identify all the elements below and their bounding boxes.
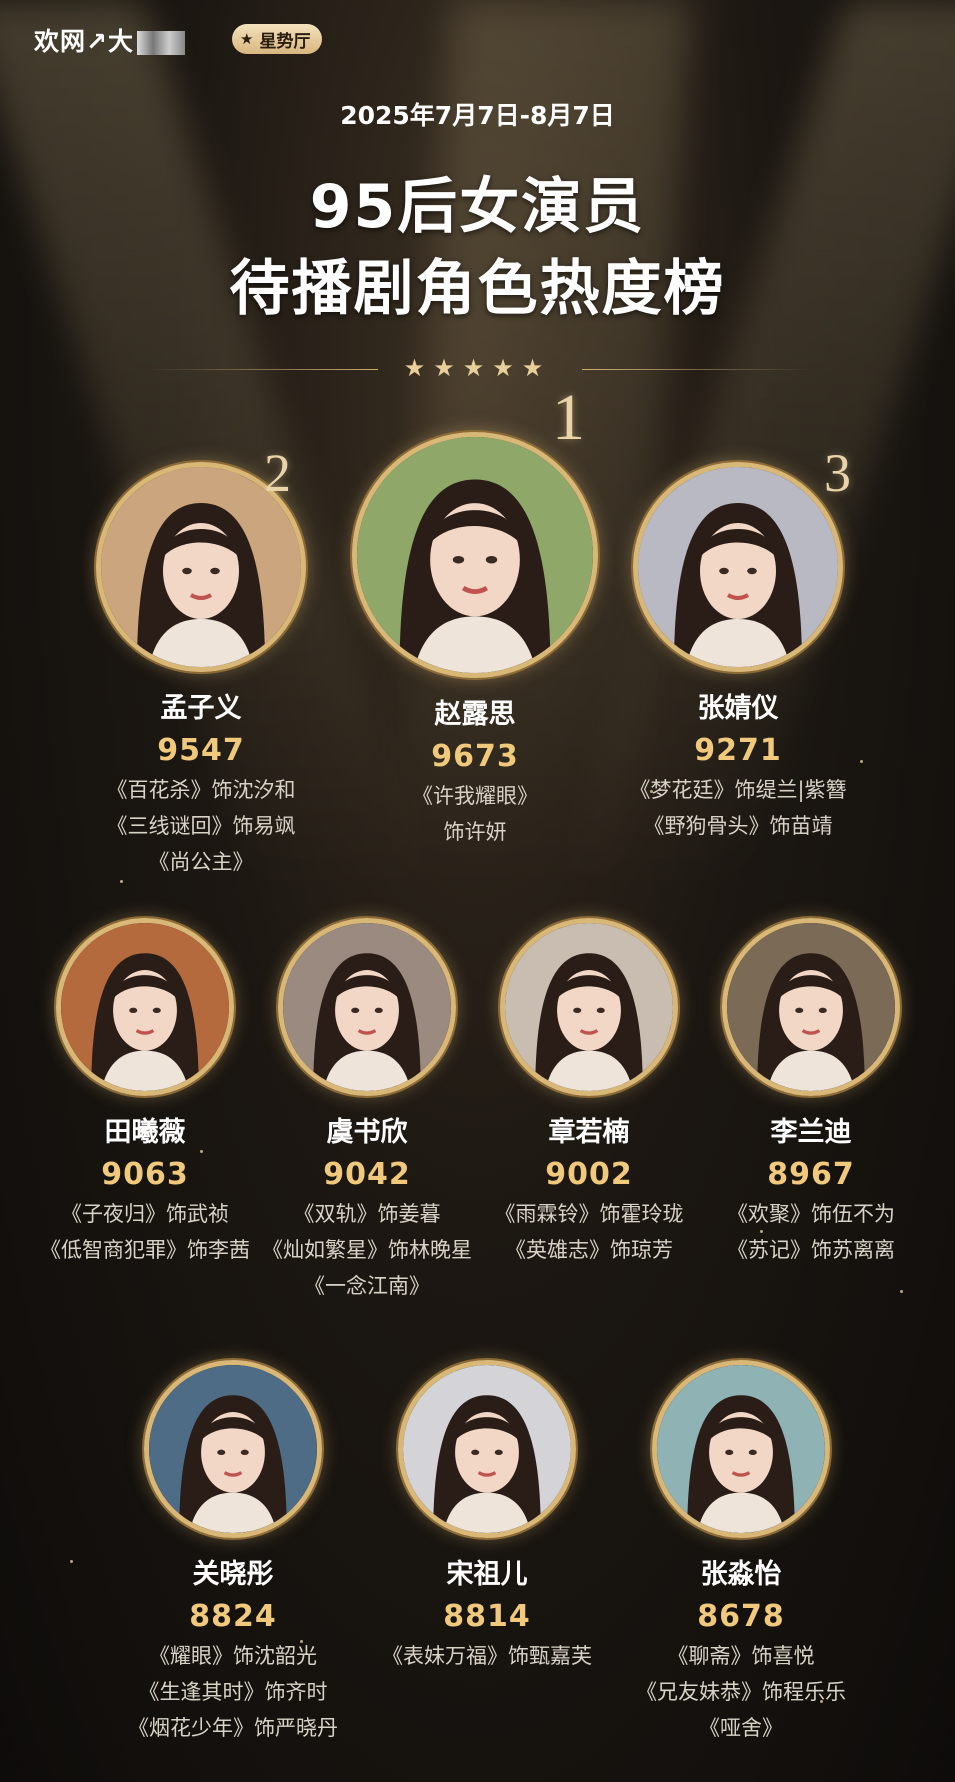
ranking-poster: 欢网↗大 ★ 星势厅 2025年7月7日-8月7日 95后女演员 待播剧角色热度… [0,0,955,1782]
actress-card-rank2[interactable]: 2 孟子义 9547 《百花杀》饰沈汐和 《三线谜回》饰易飒 《尚公主》 [86,443,316,880]
brand-logo: 欢网↗大 [34,22,185,58]
role-line: 《许我耀眼》 [412,784,538,808]
avatar-portrait [500,918,678,1096]
role-line: 《尚公主》 [148,850,254,874]
heat-score: 9271 [694,733,782,768]
heat-score: 8824 [189,1599,277,1634]
role-line: 《英雄志》饰琼芳 [505,1238,673,1262]
role-line: 《生逢其时》饰齐时 [138,1680,328,1704]
heat-score: 9002 [545,1157,633,1192]
actress-name: 虞书欣 [326,1117,408,1148]
role-line: 《雨霖铃》饰霍玲珑 [494,1202,684,1226]
role-line: 《一念江南》 [304,1274,430,1298]
divider-right [582,369,812,370]
sparkle-dot [120,880,123,883]
role-line: 饰许妍 [443,820,507,844]
brand-text: 欢网 [34,27,87,56]
heat-score: 9673 [431,739,519,774]
role-line: 《欢聚》饰伍不为 [727,1202,895,1226]
avatar-portrait [652,1360,830,1538]
role-line: 《耀眼》饰沈韶光 [149,1644,317,1668]
role-line: 《烟花少年》饰严晓丹 [128,1716,338,1740]
rank-number: 1 [552,381,585,454]
role-line: 《灿如繁星》饰林晚星 [262,1238,472,1262]
role-line: 《聊斋》饰喜悦 [667,1644,815,1668]
actress-card[interactable]: 李兰迪 8967 《欢聚》饰伍不为 《苏记》饰苏离离 [706,918,916,1268]
avatar-portrait [144,1360,322,1538]
heat-score: 9063 [101,1157,189,1192]
actress-name: 李兰迪 [770,1117,852,1148]
role-line: 《表妹万福》饰甄嘉芙 [382,1644,592,1668]
sparkle-dot [70,1560,73,1563]
actress-card-rank1[interactable]: 1 赵露思 9673 《许我耀眼》 饰许妍 [350,381,600,850]
actress-name: 张婧仪 [697,693,779,724]
brand-glyph: ↗大 [86,27,134,56]
avatar-portrait [352,432,598,678]
avatar-portrait [722,918,900,1096]
role-line: 《双轨》饰姜暮 [293,1202,441,1226]
actress-card[interactable]: 田曦薇 9063 《子夜归》饰武祯 《低智商犯罪》饰李茜 [40,918,250,1268]
actress-name: 章若楠 [548,1117,630,1148]
role-line: 《梦花廷》饰缇兰|紫簪 [629,778,847,802]
actress-card-rank3[interactable]: 3 张婧仪 9271 《梦花廷》饰缇兰|紫簪 《野狗骨头》饰苗靖 [618,443,858,844]
role-line: 《低智商犯罪》饰李茜 [40,1238,250,1262]
role-line: 《哑舍》 [699,1716,783,1740]
page-title-line2: 待播剧角色热度榜 [229,254,726,324]
column-tag[interactable]: ★ 星势厅 [232,24,323,54]
heat-score: 9042 [323,1157,411,1192]
actress-card[interactable]: 章若楠 9002 《雨霖铃》饰霍玲珑 《英雄志》饰琼芳 [484,918,694,1268]
tag-label: 星势厅 [259,31,311,52]
role-line: 《子夜归》饰武祯 [61,1202,229,1226]
avatar-portrait [56,918,234,1096]
actress-name: 宋祖儿 [446,1559,528,1590]
rank-number: 3 [824,443,851,503]
role-line: 《兄友妹恭》饰程乐乐 [636,1680,846,1704]
actress-card[interactable]: 宋祖儿 8814 《表妹万福》饰甄嘉芙 [372,1360,602,1674]
role-line: 《野狗骨头》饰苗靖 [643,814,833,838]
heat-score: 8678 [697,1599,785,1634]
role-line: 《苏记》饰苏离离 [727,1238,895,1262]
role-line: 《三线谜回》饰易飒 [106,814,296,838]
avatar-portrait [398,1360,576,1538]
actress-name: 张淼怡 [700,1559,782,1590]
actress-name: 关晓彤 [192,1559,274,1590]
page-title-line1: 95后女演员 [309,172,646,242]
heat-score: 9547 [157,733,245,768]
avatar-portrait [278,918,456,1096]
actress-name: 田曦薇 [104,1117,186,1148]
date-range: 2025年7月7日-8月7日 [340,101,615,130]
role-line: 《百花杀》饰沈汐和 [106,778,296,802]
star-icon: ★ [240,30,254,48]
heat-score: 8967 [767,1157,855,1192]
sparkle-dot [860,760,863,763]
sparkle-dot [900,1290,903,1293]
actress-card[interactable]: 张淼怡 8678 《聊斋》饰喜悦 《兄友妹恭》饰程乐乐 《哑舍》 [626,1360,856,1746]
blurred-logo-mark [136,31,185,55]
actress-card[interactable]: 关晓彤 8824 《耀眼》饰沈韶光 《生逢其时》饰齐时 《烟花少年》饰严晓丹 [118,1360,348,1746]
star-rating-decoration: ★★★★★ [403,354,552,382]
actress-name: 孟子义 [160,693,242,724]
rank-number: 2 [264,443,291,503]
actress-name: 赵露思 [434,699,516,730]
heat-score: 8814 [443,1599,531,1634]
avatar-portrait [633,462,843,672]
actress-card[interactable]: 虞书欣 9042 《双轨》饰姜暮 《灿如繁星》饰林晚星 《一念江南》 [262,918,472,1304]
